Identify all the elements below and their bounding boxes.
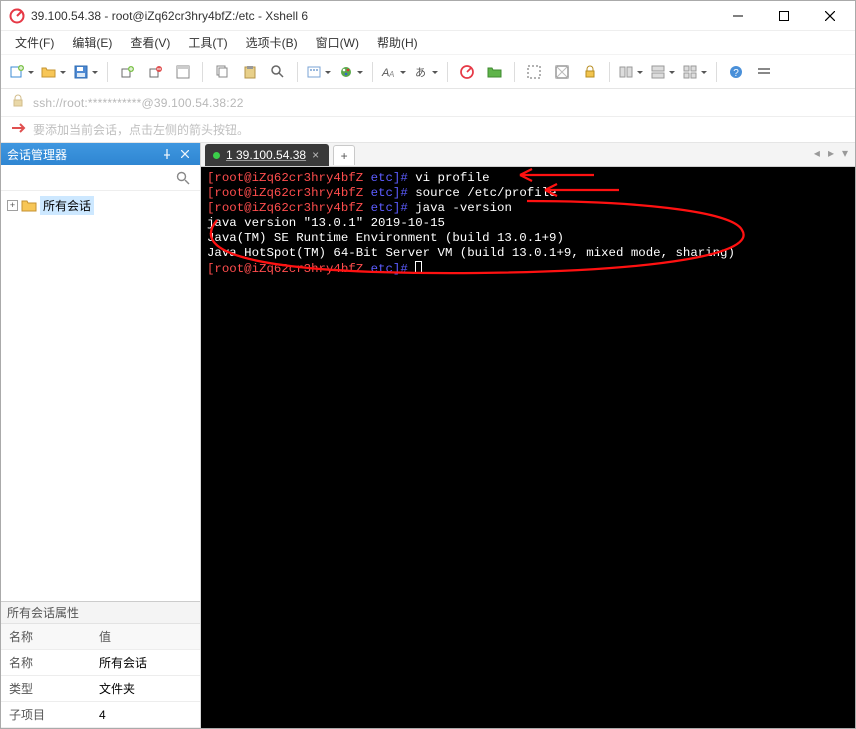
layout-grid-button[interactable] [680,59,710,85]
menubar: 文件(F) 编辑(E) 查看(V) 工具(T) 选项卡(B) 窗口(W) 帮助(… [1,31,855,55]
toolbar-separator [107,62,108,82]
tree-item-all-sessions[interactable]: + 所有会话 [5,195,196,215]
toolbar-options-button[interactable] [751,59,777,85]
session-manager-panel: 会话管理器 + 所有会话 所有会话属性 [1,143,201,728]
session-manager-title: 会话管理器 [7,146,158,163]
folder-icon [21,197,37,213]
toolbar-separator [447,62,448,82]
maximize-button[interactable] [761,1,807,31]
svg-text:A: A [388,70,394,79]
tab-nav-next-icon[interactable]: ▸ [825,146,837,160]
xftp-button[interactable] [482,59,508,85]
properties-header-row: 名称 值 [1,624,200,650]
tab-label: 1 39.100.54.38 [226,148,306,162]
panel-pin-button[interactable] [158,146,176,162]
menu-tools[interactable]: 工具(T) [180,31,235,54]
toolbar-separator [716,62,717,82]
toolbar: AA あ ? [1,55,855,89]
menu-view[interactable]: 查看(V) [122,31,178,54]
paste-button[interactable] [237,59,263,85]
toolbar-separator [609,62,610,82]
lock-icon [11,94,25,111]
main-area: 会话管理器 + 所有会话 所有会话属性 [1,143,855,728]
tab-nav: ◂ ▸ ▾ [811,146,851,160]
new-session-button[interactable] [7,59,37,85]
help-button[interactable]: ? [723,59,749,85]
svg-text:?: ? [733,68,739,79]
menu-tabs[interactable]: 选项卡(B) [238,31,306,54]
disconnect-button[interactable] [142,59,168,85]
session-properties: 所有会话属性 名称 值 名称所有会话 类型文件夹 子项目4 [1,601,200,728]
properties-table: 名称 值 名称所有会话 类型文件夹 子项目4 [1,624,200,728]
session-manager-header: 会话管理器 [1,143,200,165]
connection-status-icon [213,152,220,159]
properties-button[interactable] [170,59,196,85]
color-scheme-button[interactable] [336,59,366,85]
toolbar-separator [297,62,298,82]
search-icon[interactable] [172,168,194,188]
session-tree[interactable]: + 所有会话 [1,191,200,601]
new-tab-button[interactable]: + [333,145,355,165]
toolbar-separator [514,62,515,82]
menu-edit[interactable]: 编辑(E) [64,31,120,54]
terminal[interactable]: [root@iZq62cr3hry4bfZ etc]# vi profile [… [201,167,855,728]
document-tabs: 1 39.100.54.38 × + ◂ ▸ ▾ [201,143,855,167]
copy-button[interactable] [209,59,235,85]
toolbar-separator [372,62,373,82]
tree-expander-icon[interactable]: + [7,200,18,211]
tab-close-button[interactable]: × [312,148,319,162]
transparency-button[interactable] [549,59,575,85]
encoding-button[interactable]: あ [411,59,441,85]
table-row: 子项目4 [1,702,200,728]
app-logo-icon [9,8,25,24]
open-session-button[interactable] [39,59,69,85]
lock-button[interactable] [577,59,603,85]
quick-command-button[interactable] [304,59,334,85]
svg-text:あ: あ [415,66,426,79]
tab-nav-prev-icon[interactable]: ◂ [811,146,823,160]
minimize-button[interactable] [715,1,761,31]
terminal-cursor [415,261,422,274]
font-button[interactable]: AA [379,59,409,85]
save-button[interactable] [71,59,101,85]
titlebar: 39.100.54.38 - root@iZq62cr3hry4bfZ:/etc… [1,1,855,31]
find-button[interactable] [265,59,291,85]
menu-help[interactable]: 帮助(H) [369,31,426,54]
panel-close-button[interactable] [176,146,194,162]
properties-col-value: 值 [91,624,200,650]
tree-label: 所有会话 [40,196,94,215]
properties-col-name: 名称 [1,624,91,650]
hint-text: 要添加当前会话，点击左侧的箭头按钮。 [33,121,249,138]
properties-title: 所有会话属性 [1,602,200,624]
address-bar[interactable]: ssh://root:***********@39.100.54.38:22 [1,89,855,117]
layout-vertical-button[interactable] [648,59,678,85]
fullscreen-button[interactable] [521,59,547,85]
tab-session-1[interactable]: 1 39.100.54.38 × [205,144,329,166]
xshell-button[interactable] [454,59,480,85]
menu-window[interactable]: 窗口(W) [308,31,367,54]
window-title: 39.100.54.38 - root@iZq62cr3hry4bfZ:/etc… [31,9,308,23]
session-manager-search-row [1,165,200,191]
table-row: 名称所有会话 [1,650,200,676]
hint-bar: 要添加当前会话，点击左侧的箭头按钮。 [1,117,855,143]
tab-nav-menu-icon[interactable]: ▾ [839,146,851,160]
toolbar-separator [202,62,203,82]
content-area: 1 39.100.54.38 × + ◂ ▸ ▾ [root@iZq62cr3h… [201,143,855,728]
layout-horizontal-button[interactable] [616,59,646,85]
close-button[interactable] [807,1,853,31]
menu-file[interactable]: 文件(F) [7,31,62,54]
address-text: ssh://root:***********@39.100.54.38:22 [33,96,244,110]
annotation-arrow-1 [516,167,596,183]
hint-arrow-icon [11,121,27,138]
table-row: 类型文件夹 [1,676,200,702]
reconnect-button[interactable] [114,59,140,85]
